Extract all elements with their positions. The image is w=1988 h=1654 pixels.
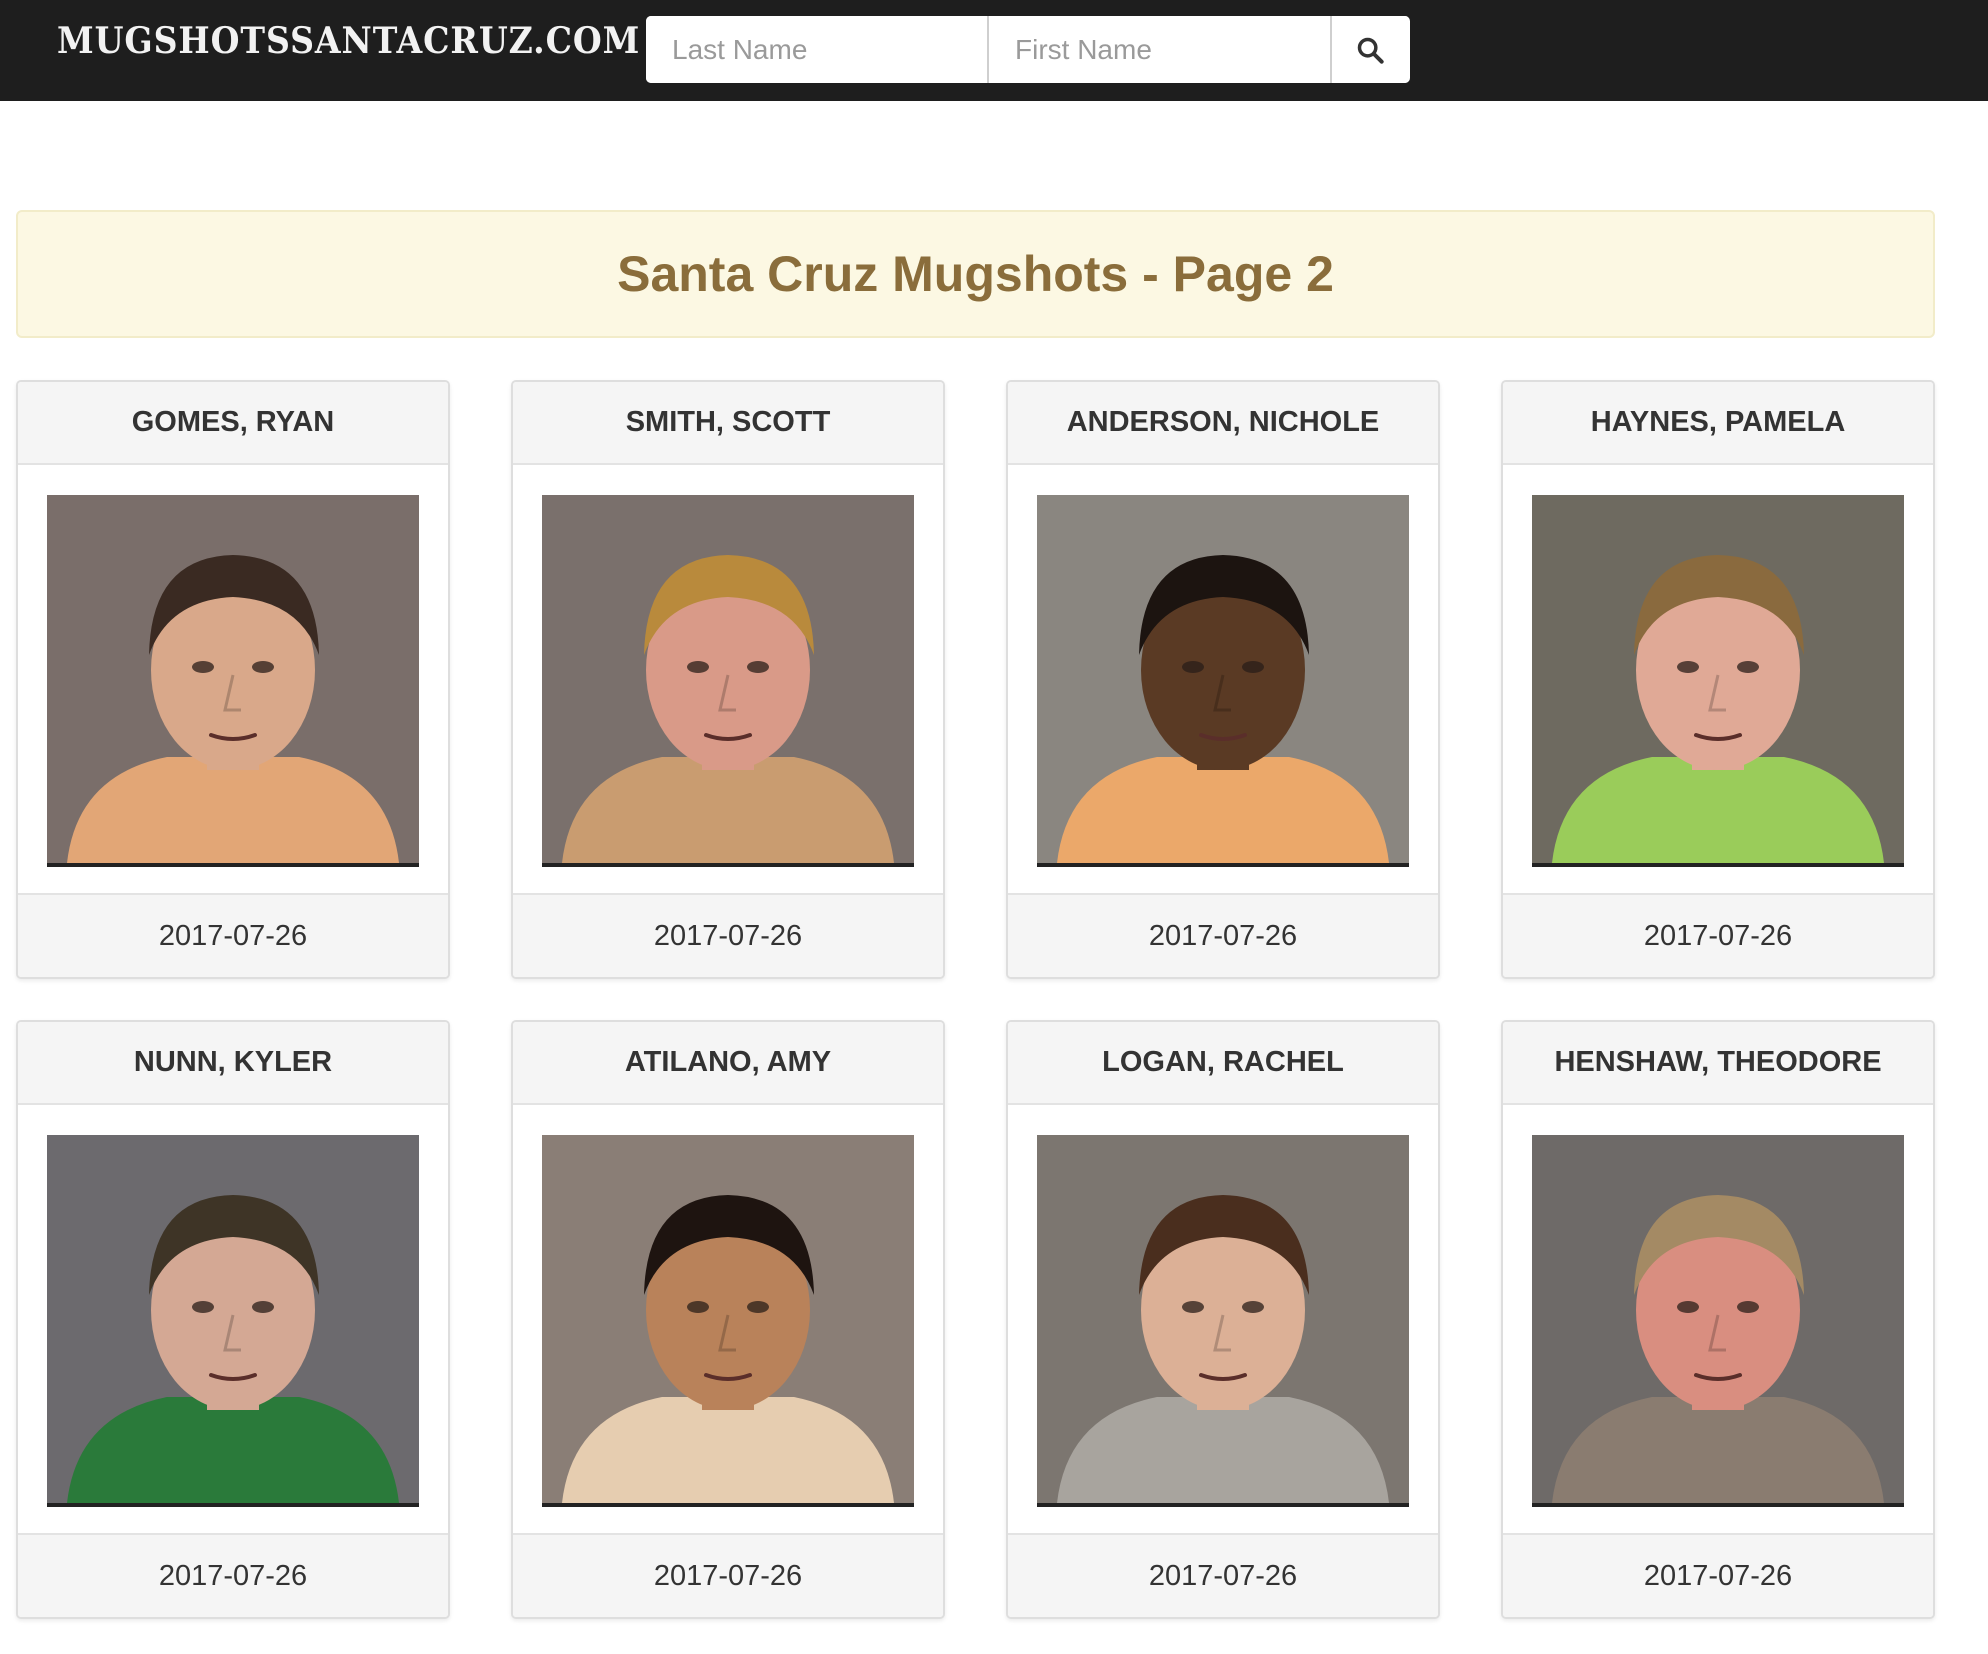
- mugshot-photo[interactable]: [1532, 495, 1904, 867]
- search-icon: [1357, 37, 1384, 64]
- inmate-name[interactable]: ATILANO, AMY: [513, 1022, 943, 1105]
- page-title: Santa Cruz Mugshots - Page 2: [617, 246, 1334, 302]
- last-name-input[interactable]: [646, 16, 989, 83]
- navbar: MUGSHOTSSANTACRUZ.COM: [0, 0, 1988, 101]
- booking-date: 2017-07-26: [1008, 1533, 1438, 1617]
- card-body: [1008, 465, 1438, 897]
- mugshot-card[interactable]: ATILANO, AMY 2017-07-26: [511, 1020, 945, 1619]
- mugshot-photo[interactable]: [1037, 495, 1409, 867]
- mugshot-photo[interactable]: [542, 1135, 914, 1507]
- booking-date: 2017-07-26: [513, 1533, 943, 1617]
- card-body: [513, 1105, 943, 1537]
- mugshot-photo[interactable]: [1037, 1135, 1409, 1507]
- mugshot-photo[interactable]: [1532, 1135, 1904, 1507]
- card-body: [18, 1105, 448, 1537]
- mugshot-card[interactable]: GOMES, RYAN 2017-07-26: [16, 380, 450, 979]
- card-body: [513, 465, 943, 897]
- inmate-name[interactable]: LOGAN, RACHEL: [1008, 1022, 1438, 1105]
- mugshot-card[interactable]: HENSHAW, THEODORE 2017-07-26: [1501, 1020, 1935, 1619]
- inmate-name[interactable]: NUNN, KYLER: [18, 1022, 448, 1105]
- inmate-name[interactable]: HAYNES, PAMELA: [1503, 382, 1933, 465]
- mugshot-photo[interactable]: [47, 495, 419, 867]
- booking-date: 2017-07-26: [1503, 1533, 1933, 1617]
- booking-date: 2017-07-26: [18, 1533, 448, 1617]
- mugshot-card[interactable]: ANDERSON, NICHOLE 2017-07-26: [1006, 380, 1440, 979]
- card-body: [18, 465, 448, 897]
- first-name-input[interactable]: [989, 16, 1332, 83]
- search-form: [646, 16, 1410, 83]
- inmate-name[interactable]: HENSHAW, THEODORE: [1503, 1022, 1933, 1105]
- booking-date: 2017-07-26: [1503, 893, 1933, 977]
- mugshot-card[interactable]: SMITH, SCOTT 2017-07-26: [511, 380, 945, 979]
- inmate-name[interactable]: SMITH, SCOTT: [513, 382, 943, 465]
- mugshot-card[interactable]: LOGAN, RACHEL 2017-07-26: [1006, 1020, 1440, 1619]
- inmate-name[interactable]: GOMES, RYAN: [18, 382, 448, 465]
- mugshot-photo[interactable]: [542, 495, 914, 867]
- mugshot-card[interactable]: HAYNES, PAMELA 2017-07-26: [1501, 380, 1935, 979]
- booking-date: 2017-07-26: [513, 893, 943, 977]
- booking-date: 2017-07-26: [1008, 893, 1438, 977]
- mugshot-photo[interactable]: [47, 1135, 419, 1507]
- booking-date: 2017-07-26: [18, 893, 448, 977]
- card-body: [1503, 1105, 1933, 1537]
- card-body: [1503, 465, 1933, 897]
- inmate-name[interactable]: ANDERSON, NICHOLE: [1008, 382, 1438, 465]
- mugshot-card[interactable]: NUNN, KYLER 2017-07-26: [16, 1020, 450, 1619]
- page-banner: Santa Cruz Mugshots - Page 2: [16, 210, 1935, 338]
- site-logo[interactable]: MUGSHOTSSANTACRUZ.COM: [57, 20, 640, 62]
- card-body: [1008, 1105, 1438, 1537]
- search-button[interactable]: [1332, 16, 1408, 83]
